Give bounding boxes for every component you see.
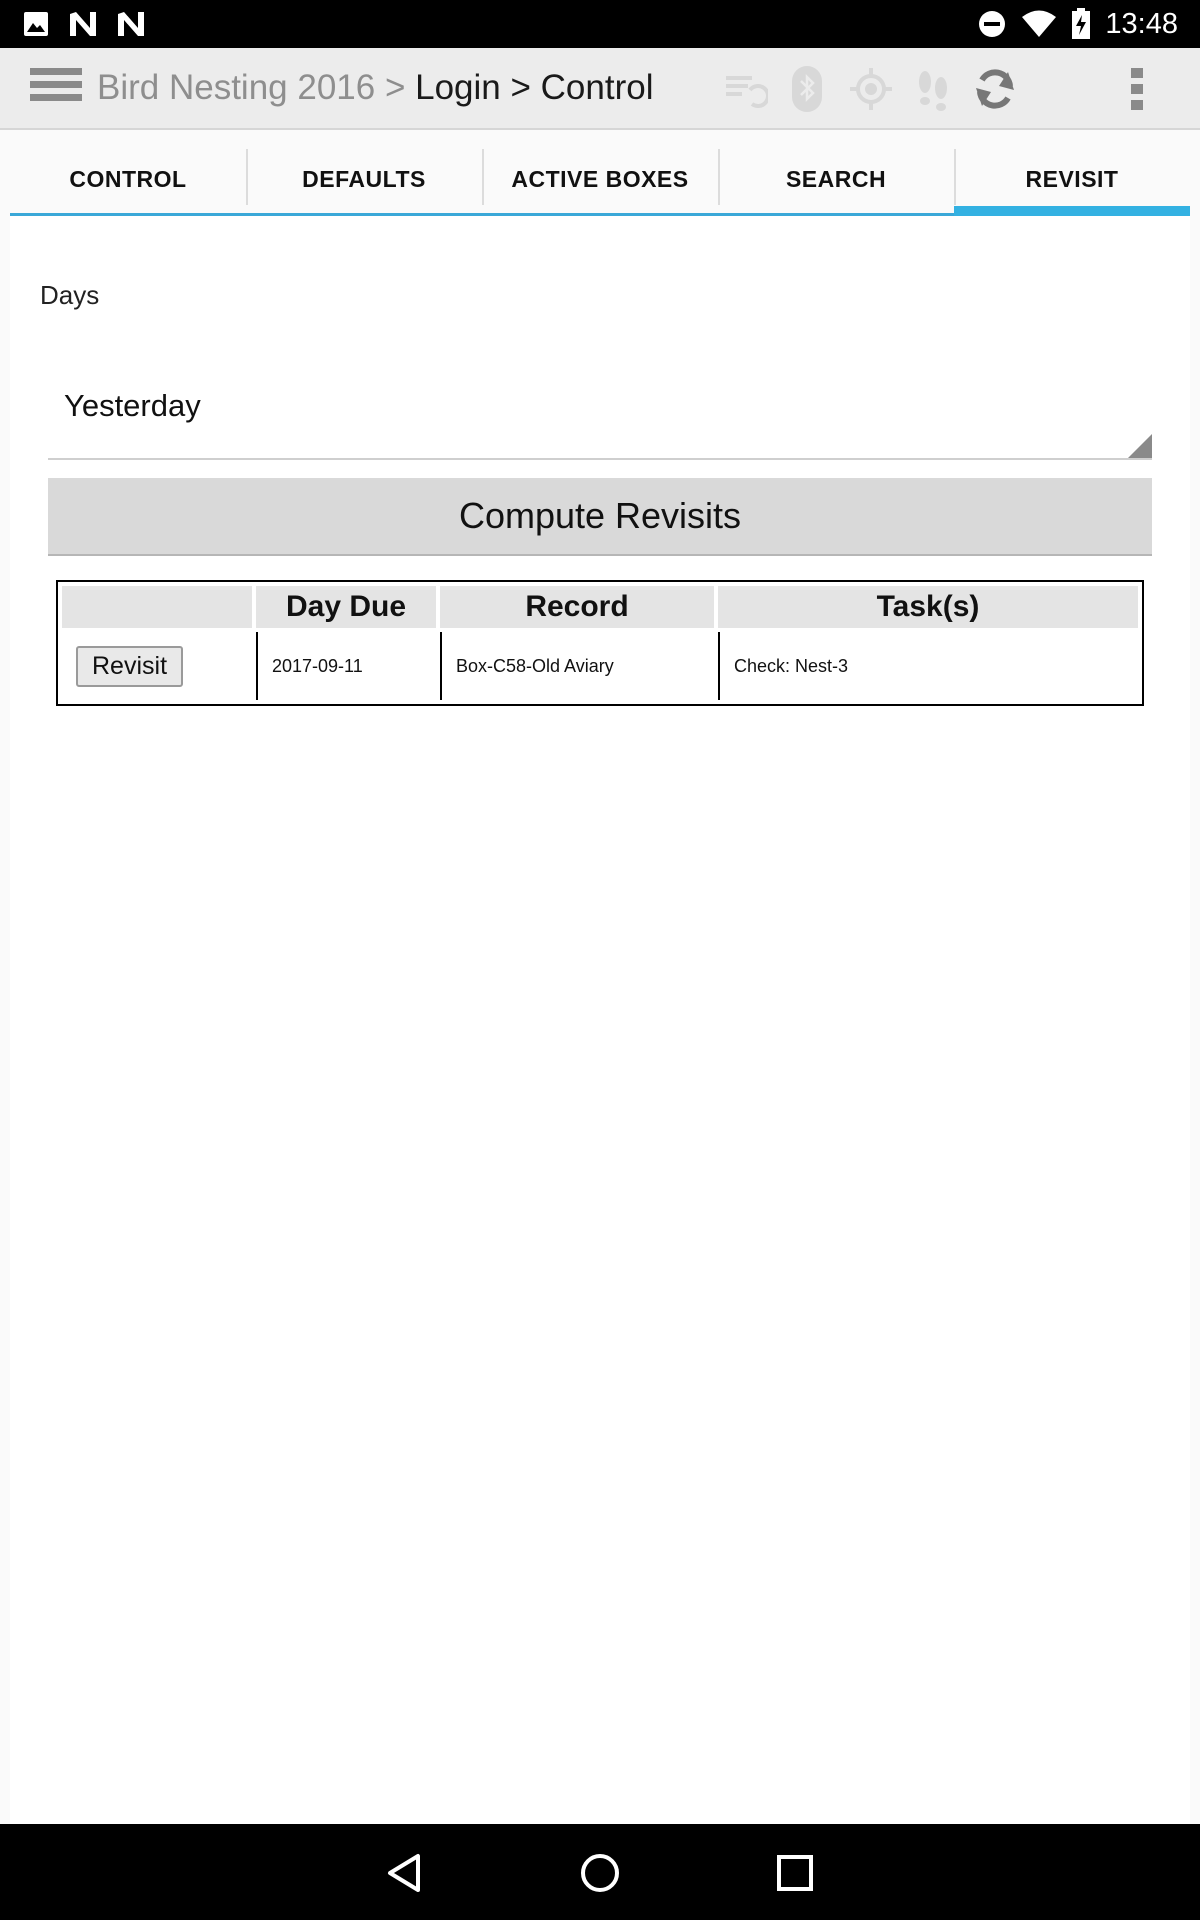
column-header-action bbox=[62, 586, 252, 628]
cell-tasks: Check: Nest-3 bbox=[718, 632, 1138, 700]
table-row: Revisit 2017-09-11 Box-C58-Old Aviary Ch… bbox=[62, 632, 1138, 700]
notification-icons bbox=[22, 10, 146, 38]
tab-revisit[interactable]: REVISIT bbox=[954, 146, 1190, 216]
breadcrumb-app: Bird Nesting 2016 > bbox=[97, 68, 406, 107]
table-header-row: Day Due Record Task(s) bbox=[62, 586, 1138, 628]
tab-bar: CONTROL DEFAULTS ACTIVE BOXES SEARCH REV… bbox=[10, 146, 1190, 216]
days-label: Days bbox=[40, 280, 100, 310]
column-header-day-due: Day Due bbox=[256, 586, 436, 628]
sync-list-icon[interactable] bbox=[722, 66, 768, 112]
battery-charging-icon bbox=[1072, 8, 1091, 39]
tab-control[interactable]: CONTROL bbox=[10, 146, 246, 216]
days-selected-value: Yesterday bbox=[64, 388, 201, 423]
revisit-table: Day Due Record Task(s) Revisit 2017-09-1… bbox=[56, 580, 1144, 706]
cell-action: Revisit bbox=[62, 632, 252, 700]
back-icon[interactable] bbox=[380, 1848, 430, 1898]
revisit-panel: Days Yesterday Compute Revisits Day Due … bbox=[10, 216, 1190, 1824]
column-header-record: Record bbox=[440, 586, 714, 628]
navigation-bar bbox=[0, 1824, 1200, 1920]
image-icon bbox=[24, 12, 48, 36]
menu-icon[interactable] bbox=[30, 68, 82, 110]
tab-search[interactable]: SEARCH bbox=[718, 146, 954, 216]
n-notification-icon bbox=[70, 12, 96, 36]
revisit-button[interactable]: Revisit bbox=[76, 645, 184, 687]
wifi-icon bbox=[1022, 10, 1057, 37]
do-not-disturb-icon bbox=[979, 11, 1006, 37]
cell-record: Box-C58-Old Aviary bbox=[440, 632, 714, 700]
tab-defaults[interactable]: DEFAULTS bbox=[246, 146, 482, 216]
days-dropdown[interactable]: Yesterday bbox=[48, 364, 1152, 460]
tab-active-boxes[interactable]: ACTIVE BOXES bbox=[482, 146, 718, 216]
breadcrumb-current: Login > Control bbox=[415, 68, 654, 107]
n-notification-icon bbox=[118, 12, 144, 36]
system-icons: 13:48 bbox=[977, 4, 1178, 44]
breadcrumb: Bird Nesting 2016 > Login > Control bbox=[97, 68, 653, 108]
status-time: 13:48 bbox=[1105, 7, 1178, 40]
cell-day-due: 2017-09-11 bbox=[256, 632, 436, 700]
compute-revisits-button[interactable]: Compute Revisits bbox=[48, 478, 1152, 556]
recents-icon[interactable] bbox=[770, 1848, 820, 1898]
status-bar: 13:48 bbox=[0, 0, 1200, 48]
refresh-icon[interactable] bbox=[972, 66, 1018, 112]
bluetooth-icon[interactable] bbox=[784, 66, 830, 112]
footsteps-icon[interactable] bbox=[910, 66, 956, 112]
home-icon[interactable] bbox=[575, 1848, 625, 1898]
gps-icon[interactable] bbox=[848, 66, 894, 112]
action-bar: Bird Nesting 2016 > Login > Control bbox=[0, 48, 1200, 130]
dropdown-arrow-icon bbox=[1128, 434, 1152, 458]
column-header-tasks: Task(s) bbox=[718, 586, 1138, 628]
overflow-menu-icon[interactable] bbox=[1126, 66, 1148, 112]
